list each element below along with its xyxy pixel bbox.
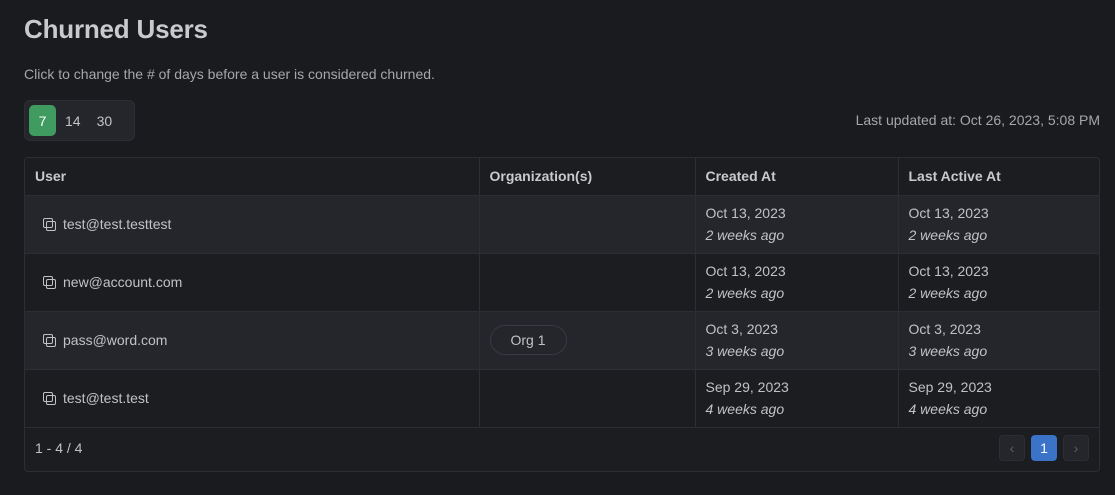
column-header-created-at[interactable]: Created At <box>695 158 899 196</box>
organization-cell <box>479 369 696 428</box>
last-updated-text: Last updated at: Oct 26, 2023, 5:08 PM <box>855 112 1100 128</box>
table-row: new@account.com Oct 13, 2023 2 weeks ago… <box>25 253 1099 312</box>
user-email: test@test.testtest <box>63 216 172 232</box>
organization-cell <box>479 195 696 254</box>
user-cell: pass@word.com <box>25 311 480 370</box>
column-header-user[interactable]: User <box>25 158 480 196</box>
active-relative: 3 weeks ago <box>908 343 988 359</box>
created-date: Oct 3, 2023 <box>705 321 778 337</box>
copy-icon[interactable] <box>43 218 56 231</box>
churn-days-selector: 7 14 30 <box>24 100 135 141</box>
next-page-button[interactable]: › <box>1063 435 1089 461</box>
pagination: ‹ 1 › <box>999 435 1089 461</box>
column-header-last-active-at[interactable]: Last Active At <box>898 158 1099 196</box>
table-header-row: User Organization(s) Created At Last Act… <box>25 158 1099 196</box>
churned-users-table: User Organization(s) Created At Last Act… <box>24 157 1100 472</box>
days-option-14[interactable]: 14 <box>58 105 88 136</box>
active-relative: 4 weeks ago <box>908 401 988 417</box>
created-relative: 2 weeks ago <box>705 227 785 243</box>
last-active-cell: Sep 29, 2023 4 weeks ago <box>898 369 1099 428</box>
created-at-cell: Oct 13, 2023 2 weeks ago <box>695 195 899 254</box>
pagination-range: 1 - 4 / 4 <box>35 440 83 456</box>
created-date: Oct 13, 2023 <box>705 205 786 221</box>
created-at-cell: Sep 29, 2023 4 weeks ago <box>695 369 899 428</box>
copy-icon[interactable] <box>43 392 56 405</box>
table-row: test@test.test Sep 29, 2023 4 weeks ago … <box>25 369 1099 428</box>
user-cell: test@test.test <box>25 369 480 428</box>
created-at-cell: Oct 3, 2023 3 weeks ago <box>695 311 899 370</box>
copy-icon[interactable] <box>43 276 56 289</box>
active-date: Sep 29, 2023 <box>908 379 992 395</box>
table-footer: 1 - 4 / 4 ‹ 1 › <box>25 425 1099 471</box>
created-relative: 3 weeks ago <box>705 343 785 359</box>
active-relative: 2 weeks ago <box>908 285 988 301</box>
page-title: Churned Users <box>24 14 208 44</box>
organization-cell: Org 1 <box>479 311 696 370</box>
user-email: pass@word.com <box>63 332 168 348</box>
last-active-cell: Oct 13, 2023 2 weeks ago <box>898 195 1099 254</box>
created-at-cell: Oct 13, 2023 2 weeks ago <box>695 253 899 312</box>
last-active-cell: Oct 13, 2023 2 weeks ago <box>898 253 1099 312</box>
table-row: test@test.testtest Oct 13, 2023 2 weeks … <box>25 195 1099 254</box>
copy-icon[interactable] <box>43 334 56 347</box>
created-date: Sep 29, 2023 <box>705 379 789 395</box>
organization-cell <box>479 253 696 312</box>
page-button-1[interactable]: 1 <box>1031 435 1057 461</box>
active-date: Oct 13, 2023 <box>908 263 989 279</box>
created-relative: 2 weeks ago <box>705 285 785 301</box>
active-relative: 2 weeks ago <box>908 227 988 243</box>
days-option-30[interactable]: 30 <box>90 105 120 136</box>
prev-page-button[interactable]: ‹ <box>999 435 1025 461</box>
table-row: pass@word.com Org 1 Oct 3, 2023 3 weeks … <box>25 311 1099 370</box>
created-relative: 4 weeks ago <box>705 401 785 417</box>
page-subtitle: Click to change the # of days before a u… <box>24 66 435 82</box>
days-option-7[interactable]: 7 <box>29 105 56 136</box>
active-date: Oct 13, 2023 <box>908 205 989 221</box>
organization-badge[interactable]: Org 1 <box>489 325 567 355</box>
user-email: new@account.com <box>63 274 183 290</box>
active-date: Oct 3, 2023 <box>908 321 981 337</box>
last-active-cell: Oct 3, 2023 3 weeks ago <box>898 311 1099 370</box>
created-date: Oct 13, 2023 <box>705 263 786 279</box>
column-header-organizations[interactable]: Organization(s) <box>479 158 696 196</box>
user-cell: new@account.com <box>25 253 480 312</box>
user-cell: test@test.testtest <box>25 195 480 254</box>
user-email: test@test.test <box>63 390 149 406</box>
